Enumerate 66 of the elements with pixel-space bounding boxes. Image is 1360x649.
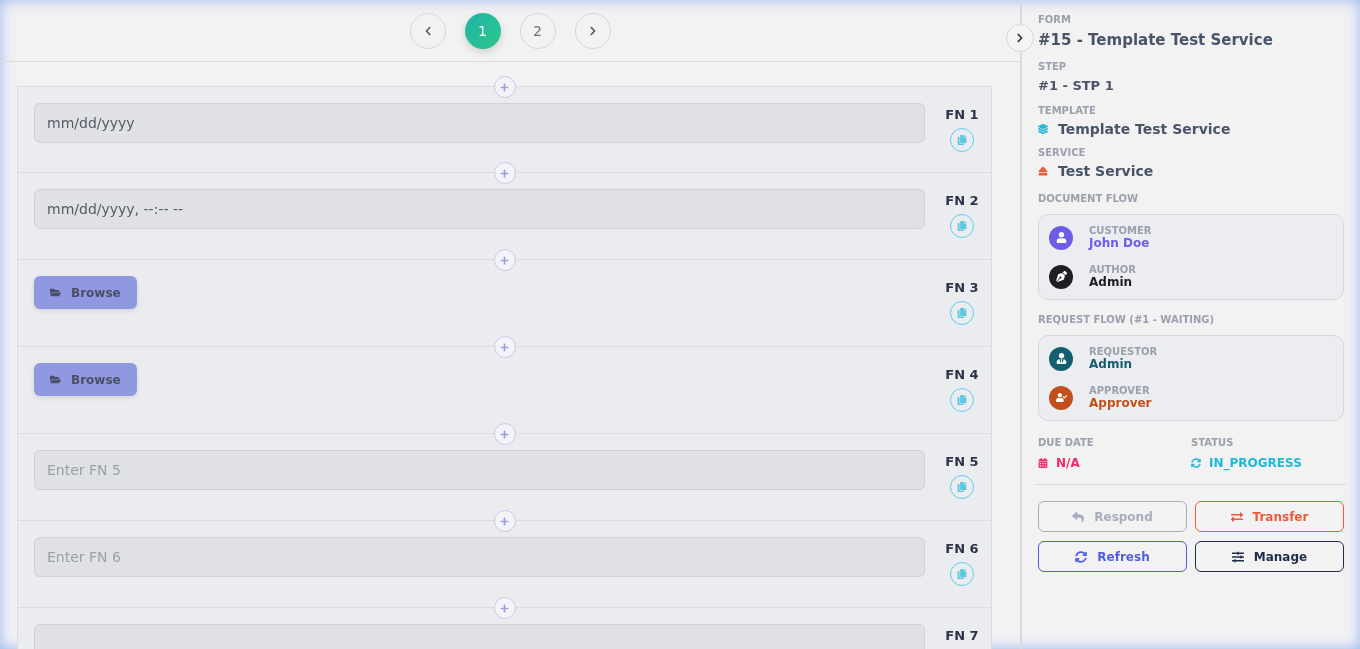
person-name: John Doe <box>1089 236 1151 250</box>
plus-icon <box>500 168 509 178</box>
text-field[interactable]: Enter FN 6 <box>34 537 925 577</box>
plus-icon <box>500 516 509 526</box>
role-label: AUTHOR <box>1089 264 1136 275</box>
action-button[interactable]: Transfer <box>1195 501 1344 532</box>
browse-button[interactable]: Browse <box>34 363 137 396</box>
field-label: FN 5 <box>945 454 979 469</box>
status-value: IN_PROGRESS <box>1209 456 1302 470</box>
reply-icon <box>1072 510 1085 523</box>
person-name: Approver <box>1089 396 1152 410</box>
form-title: #15 - Template Test Service <box>1038 31 1274 49</box>
action-button[interactable]: Refresh <box>1038 541 1187 572</box>
calendar-icon <box>1038 458 1048 468</box>
page-button[interactable]: 1 <box>464 12 501 49</box>
field-label: FN 3 <box>945 280 979 295</box>
role-label: CUSTOMER <box>1089 225 1152 236</box>
chevron-right-icon <box>1015 33 1025 43</box>
person-name: Admin <box>1089 357 1134 371</box>
section-label: REQUEST FLOW (#1 - WAITING) <box>1038 314 1216 325</box>
layers-icon <box>1038 124 1048 134</box>
field-label: FN 4 <box>945 367 979 382</box>
add-field-button[interactable] <box>493 76 516 98</box>
text-field[interactable]: Enter FN 5 <box>34 450 925 490</box>
copy-icon <box>957 308 967 318</box>
sliders-icon <box>1231 550 1244 563</box>
collapse-panel-button[interactable] <box>1006 24 1034 52</box>
refresh-icon <box>1191 458 1201 468</box>
action-button[interactable]: Manage <box>1195 541 1344 572</box>
chevron-right-icon <box>587 25 598 36</box>
template-value: Template Test Service <box>1058 121 1231 137</box>
plus-icon <box>500 82 509 92</box>
folder-icon <box>50 287 61 298</box>
copy-icon <box>957 569 967 579</box>
section-label: DOCUMENT FLOW <box>1038 193 1140 204</box>
field-label: FN 2 <box>945 193 979 208</box>
refresh-icon <box>1075 550 1088 563</box>
field-label: FN 6 <box>945 541 979 556</box>
service-icon <box>1038 166 1048 176</box>
copy-icon <box>957 395 967 405</box>
field-label: FN 7 <box>945 628 979 643</box>
step-value: #1 - STP 1 <box>1038 78 1115 93</box>
folder-icon <box>50 374 61 385</box>
date-field[interactable]: mm/dd/yyyy <box>34 103 925 143</box>
plus-icon <box>500 255 509 265</box>
browse-button[interactable]: Browse <box>34 276 137 309</box>
date-field[interactable]: mm/dd/yyyy, --:-- -- <box>34 189 925 229</box>
service-value: Test Service <box>1058 163 1154 179</box>
section-label: TEMPLATE <box>1038 105 1097 116</box>
section-label: STATUS <box>1191 437 1235 448</box>
section-label: SERVICE <box>1038 147 1087 158</box>
person-name: Admin <box>1089 275 1134 289</box>
role-label: APPROVER <box>1089 385 1151 396</box>
plus-icon <box>500 342 509 352</box>
field-label: FN 1 <box>945 107 979 122</box>
plus-icon <box>500 429 509 439</box>
copy-icon <box>957 482 967 492</box>
copy-icon <box>957 135 967 145</box>
section-label: DUE DATE <box>1038 437 1095 448</box>
swap-arrows-icon <box>1230 510 1243 523</box>
role-label: REQUESTOR <box>1089 346 1158 357</box>
section-label: STEP <box>1038 61 1068 72</box>
plus-icon <box>500 603 509 613</box>
due-date-value: N/A <box>1056 456 1080 470</box>
section-label: FORM <box>1038 14 1072 25</box>
copy-icon <box>957 221 967 231</box>
